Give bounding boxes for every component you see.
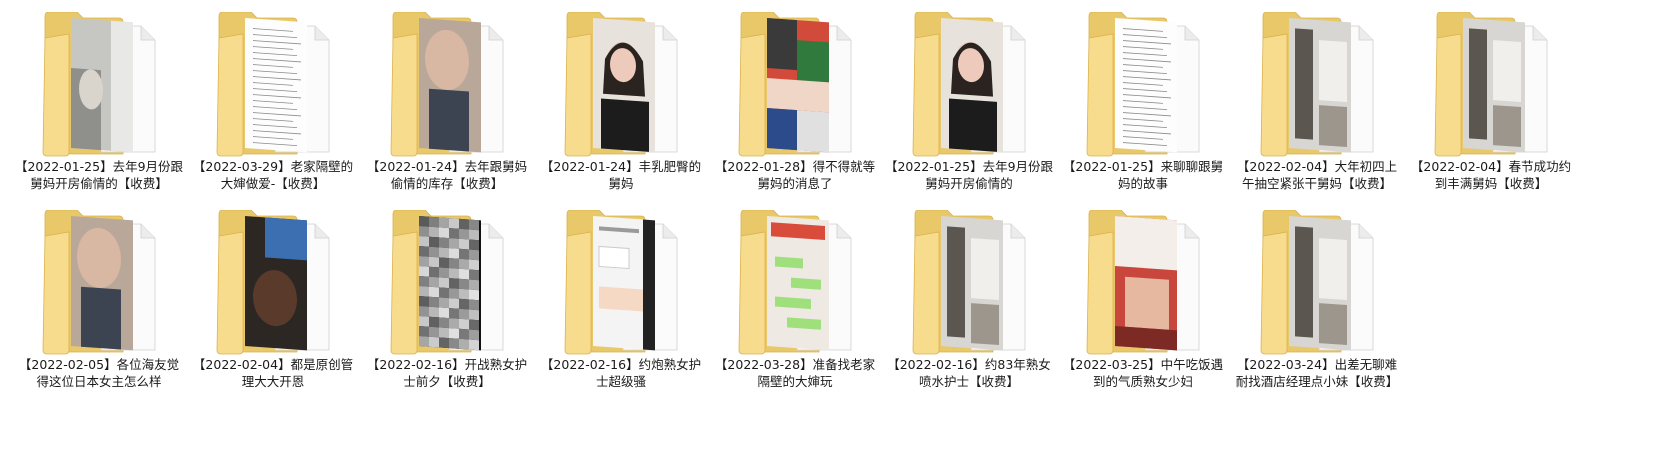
folder-item[interactable]: 【2022-02-04】都是原创管理大大开恩: [188, 210, 358, 400]
folder-label: 【2022-02-04】大年初四上午抽空紧张干舅妈【收费】: [1236, 159, 1398, 191]
folder-item[interactable]: 【2022-02-04】大年初四上午抽空紧张干舅妈【收费】: [1232, 12, 1402, 202]
folder-label: 【2022-03-24】出差无聊难耐找酒店经理点小妹【收费】: [1235, 357, 1399, 389]
folder-icon: [41, 12, 157, 158]
folder-label: 【2022-02-05】各位海友觉得这位日本女主怎么样: [18, 357, 180, 389]
folder-item[interactable]: 【2022-01-25】去年9月份跟舅妈开房偷情的: [884, 12, 1054, 202]
folder-label: 【2022-03-25】中午吃饭遇到的气质熟女少妇: [1062, 357, 1224, 389]
folder-icon: [737, 12, 853, 158]
folder-label: 【2022-01-25】来聊聊跟舅妈的故事: [1062, 159, 1224, 191]
folder-label: 【2022-02-16】开战熟女护士前夕【收费】: [366, 357, 528, 389]
folder-label: 【2022-01-28】得不得就等舅妈的消息了: [714, 159, 876, 191]
folder-label: 【2022-01-25】去年9月份跟舅妈开房偷情的: [884, 159, 1054, 191]
folder-item[interactable]: 【2022-03-24】出差无聊难耐找酒店经理点小妹【收费】: [1232, 210, 1402, 400]
folder-label: 【2022-03-28】准备找老家隔壁的大婶玩: [714, 357, 876, 389]
folder-label: 【2022-02-16】约炮熟女护士超级骚: [540, 357, 702, 389]
folder-label: 【2022-03-29】老家隔壁的大婶做爱-【收费】: [192, 159, 354, 191]
folder-icon: [1259, 210, 1375, 356]
folder-icon: [1433, 12, 1549, 158]
folder-item[interactable]: 【2022-02-04】春节成功约到丰满舅妈【收费】: [1406, 12, 1576, 202]
folder-icon: [41, 210, 157, 356]
folder-item[interactable]: 【2022-03-25】中午吃饭遇到的气质熟女少妇: [1058, 210, 1228, 400]
folder-grid: 【2022-01-25】去年9月份跟舅妈开房偷情的【收费】 【2022-03-2…: [0, 0, 1654, 449]
folder-label: 【2022-01-24】去年跟舅妈偷情的库存【收费】: [366, 159, 528, 191]
folder-item[interactable]: 【2022-01-25】去年9月份跟舅妈开房偷情的【收费】: [14, 12, 184, 202]
folder-icon: [563, 12, 679, 158]
folder-item[interactable]: 【2022-01-24】去年跟舅妈偷情的库存【收费】: [362, 12, 532, 202]
folder-icon: [911, 12, 1027, 158]
folder-item[interactable]: 【2022-02-16】开战熟女护士前夕【收费】: [362, 210, 532, 400]
folder-icon: [215, 12, 331, 158]
folder-label: 【2022-02-16】约83年熟女喷水护士【收费】: [887, 357, 1051, 389]
folder-item[interactable]: 【2022-02-16】约炮熟女护士超级骚: [536, 210, 706, 400]
folder-icon: [389, 12, 505, 158]
folder-item[interactable]: 【2022-03-29】老家隔壁的大婶做爱-【收费】: [188, 12, 358, 202]
folder-item[interactable]: 【2022-01-24】丰乳肥臀的舅妈: [536, 12, 706, 202]
folder-label: 【2022-01-25】去年9月份跟舅妈开房偷情的【收费】: [14, 159, 184, 191]
folder-item[interactable]: 【2022-02-16】约83年熟女喷水护士【收费】: [884, 210, 1054, 400]
folder-icon: [563, 210, 679, 356]
folder-label: 【2022-01-24】丰乳肥臀的舅妈: [540, 159, 702, 191]
folder-icon: [1085, 210, 1201, 356]
folder-icon: [1085, 12, 1201, 158]
folder-item[interactable]: 【2022-01-28】得不得就等舅妈的消息了: [710, 12, 880, 202]
folder-item[interactable]: 【2022-02-05】各位海友觉得这位日本女主怎么样: [14, 210, 184, 400]
folder-label: 【2022-02-04】都是原创管理大大开恩: [192, 357, 354, 389]
folder-icon: [215, 210, 331, 356]
folder-icon: [737, 210, 853, 356]
folder-icon: [1259, 12, 1375, 158]
folder-icon: [389, 210, 505, 356]
folder-icon: [911, 210, 1027, 356]
folder-label: 【2022-02-04】春节成功约到丰满舅妈【收费】: [1410, 159, 1572, 191]
folder-item[interactable]: 【2022-03-28】准备找老家隔壁的大婶玩: [710, 210, 880, 400]
folder-item[interactable]: 【2022-01-25】来聊聊跟舅妈的故事: [1058, 12, 1228, 202]
